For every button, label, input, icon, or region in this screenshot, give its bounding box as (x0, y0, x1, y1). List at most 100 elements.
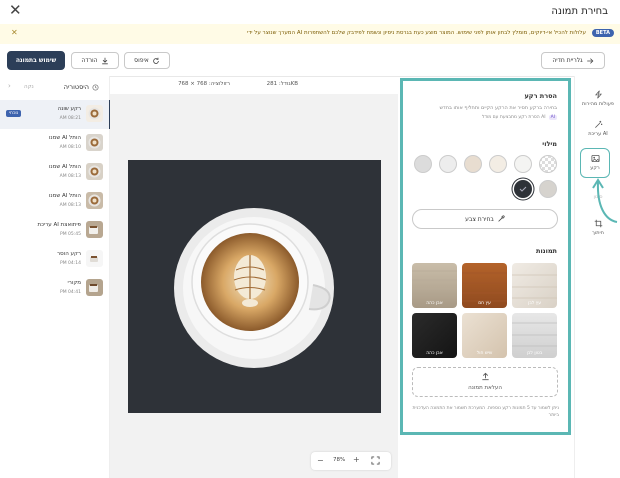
history-thumbnail (86, 250, 103, 267)
beta-badge: BETA (591, 29, 614, 37)
zoom-percent: 78% (333, 457, 346, 463)
panel-footer-note: ניתן לשמור עד 5 תמונות רקע נוספות. המערכ… (412, 406, 560, 418)
history-item-time: AM 08:10 (59, 145, 81, 150)
history-icon (92, 83, 99, 91)
bolt-icon (594, 90, 602, 99)
arrow-right-icon (586, 57, 593, 64)
bg-image-option[interactable]: עץ לבן (512, 263, 557, 308)
background-panel: הסרת רקע בחירה ברקע תסיר את הרקע הקיים ו… (400, 78, 571, 435)
rail-item-label: חיתוך (592, 230, 604, 236)
history-panel: היסטוריה נקה › רקע שונה AM 08:21 נוכחי ש… (0, 76, 111, 478)
upload-image-button[interactable]: העלאת תמונה (412, 367, 558, 397)
swatch-color[interactable] (489, 155, 507, 173)
history-item-name: שמנו AI הותל (48, 164, 81, 170)
history-item-time: AM 08:13 (59, 203, 81, 208)
bg-image-label: שיש חול (476, 351, 493, 356)
history-item-name: שמנו AI הותל (48, 193, 81, 199)
close-icon[interactable]: ✕ (9, 3, 22, 18)
images-title: תמונות (536, 247, 557, 255)
download-label: הורדה (81, 57, 98, 64)
download-icon (101, 57, 108, 64)
resolution-label: רזולוציה: (208, 81, 230, 87)
bg-image-label: בטון לבן (526, 351, 543, 356)
fills-title: מילוי (542, 140, 557, 148)
history-item-name: עריכת AI פיתואצת (37, 222, 81, 228)
zoom-in-button[interactable]: + (353, 455, 360, 464)
bg-image-option[interactable]: אבן כהה (412, 313, 457, 358)
size-label: גודל: (278, 81, 291, 87)
tool-rail: פעולות מהירות עריכת AI רקע סינון חיתוך (574, 76, 620, 478)
pointer-arrow-icon (592, 178, 618, 223)
history-thumbnail (86, 221, 103, 238)
remove-bg-title: הסרת רקע (524, 92, 557, 100)
history-item[interactable]: רקע שונה AM 08:21 נוכחי (0, 100, 111, 129)
history-item-time: PM 05:45 (60, 232, 81, 237)
history-item-time: AM 08:13 (59, 174, 81, 179)
pick-color-label: בחירת צבע (465, 215, 494, 223)
pick-color-button[interactable]: בחירת צבע (412, 209, 558, 229)
remove-bg-note-text: הסרת רקע מתבצעת עם מודל AI (481, 115, 546, 120)
file-resolution: רזולוציה: 768 × 768 (178, 81, 230, 87)
history-clear[interactable]: נקה (24, 84, 34, 90)
history-item[interactable]: שמנו AI הותל AM 08:13 (0, 158, 109, 187)
upload-icon (482, 372, 489, 381)
swatch-color[interactable] (414, 155, 432, 173)
remove-bg-note: הסרת רקע מתבצעת עם מודל AI AI (482, 115, 557, 120)
chevron-right-icon[interactable]: › (8, 82, 11, 90)
history-item-time: PM 04:41 (60, 290, 81, 295)
history-item-name: רקע הוסר (57, 251, 81, 257)
history-item[interactable]: מקורי PM 04:41 (0, 274, 109, 303)
resolution-value: 768 × 768 (178, 81, 208, 87)
rail-item-label: פעולות מהירות (582, 101, 614, 107)
history-header: היסטוריה (64, 83, 99, 91)
bg-image-option[interactable]: אבן כהה (412, 263, 457, 308)
rail-item-background[interactable]: רקע (580, 148, 610, 178)
reset-label: איפוס (134, 57, 149, 64)
reset-icon (153, 57, 159, 64)
history-item[interactable]: עריכת AI פיתואצת PM 05:45 (0, 216, 109, 245)
bg-image-option[interactable]: שיש חול (462, 313, 507, 358)
ai-badge: AI (548, 115, 557, 120)
history-title: היסטוריה (63, 83, 89, 91)
fit-screen-icon[interactable] (371, 456, 380, 465)
history-item[interactable]: שמנו AI הותל AM 08:10 (0, 129, 109, 158)
history-thumbnail (86, 279, 103, 296)
swatch-color[interactable] (514, 155, 532, 173)
use-image-button[interactable]: שימוש בתמונה (7, 51, 65, 70)
swatch-color[interactable] (439, 155, 457, 173)
swatch-color[interactable] (539, 180, 557, 198)
history-item[interactable]: רקע הוסר PM 04:14 (0, 245, 109, 274)
reset-button[interactable]: איפוס (124, 52, 170, 69)
upload-label: העלאת תמונה (468, 385, 502, 391)
history-thumbnail (86, 163, 103, 180)
page-title: בחירת תמונה (551, 6, 608, 17)
current-badge: נוכחי (6, 110, 22, 117)
image-icon (590, 154, 600, 163)
history-item-time: PM 04:14 (60, 261, 81, 266)
beta-banner: BETA המערך שנוצר על ידי AI עלולות להכיל … (0, 24, 620, 45)
history-thumbnail (86, 105, 103, 122)
swatch-color[interactable] (464, 155, 482, 173)
swatch-selected[interactable] (514, 180, 532, 198)
rail-item-label: עריכת AI (588, 131, 608, 137)
bg-image-option[interactable]: עץ חם (462, 263, 507, 308)
image-preview[interactable] (128, 160, 381, 413)
zoom-out-button[interactable]: − (317, 456, 324, 465)
banner-close-icon[interactable]: ✕ (11, 28, 18, 37)
rail-item-ai-edit[interactable]: עריכת AI (575, 120, 620, 137)
remove-bg-desc: בחירה ברקע תסיר את הרקע הקיים ותחליף אות… (439, 105, 557, 111)
back-label: גלריית חדיה (552, 57, 583, 64)
use-image-label: שימוש בתמונה (15, 57, 57, 64)
banner-text: המערך שנוצר על ידי AI עלולות להכיל אי-די… (247, 30, 586, 36)
bg-image-option[interactable]: בטון לבן (512, 313, 557, 358)
history-item-time: AM 08:21 (59, 116, 81, 121)
download-button[interactable]: הורדה (71, 52, 119, 69)
bg-image-label: אבן כהה (426, 301, 443, 306)
rail-item-quick-actions[interactable]: פעולות מהירות (575, 90, 620, 107)
swatch-transparent[interactable] (539, 155, 557, 173)
history-item[interactable]: שמנו AI הותל AM 08:13 (0, 187, 109, 216)
image-info-bar: גודל: 281KB רזולוציה: 768 × 768 (110, 78, 398, 94)
file-size: גודל: 281KB (267, 81, 298, 87)
history-item-name: שמנו AI הותל (48, 135, 81, 141)
back-to-gallery-button[interactable]: גלריית חדיה (541, 52, 605, 69)
